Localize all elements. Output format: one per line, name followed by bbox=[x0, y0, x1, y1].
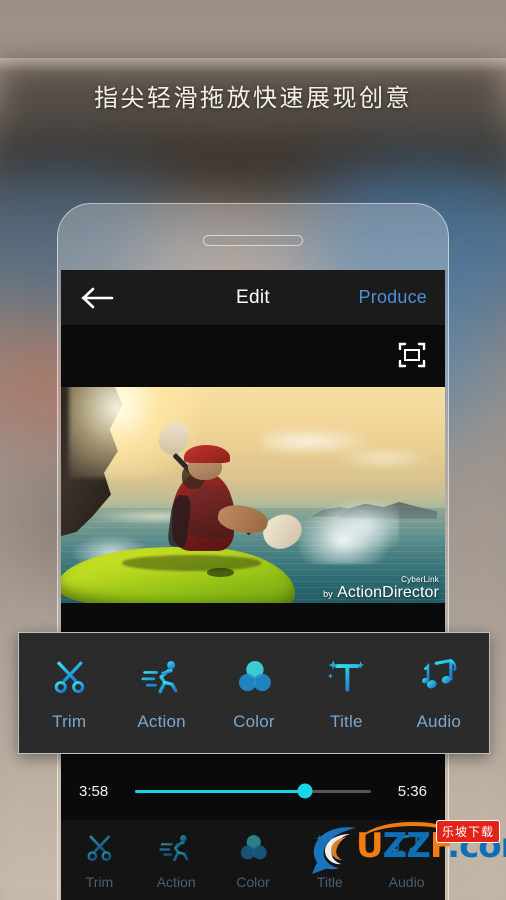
text-sparkle-icon bbox=[303, 654, 389, 700]
timeline-slider-thumb[interactable] bbox=[297, 783, 313, 799]
back-arrow-icon[interactable] bbox=[81, 286, 115, 310]
kayak-hole bbox=[206, 568, 234, 578]
logo-letter-u: U bbox=[356, 826, 384, 866]
tool-label: Title bbox=[330, 712, 363, 731]
produce-button[interactable]: Produce bbox=[359, 287, 427, 308]
earpiece-speaker bbox=[203, 235, 303, 246]
video-preview[interactable]: CyberLink by ActionDirector bbox=[61, 387, 445, 603]
timeline-bar: 3:58 5:36 bbox=[61, 762, 445, 820]
three-circles-icon bbox=[218, 828, 288, 868]
bottom-tool-label: Color bbox=[236, 874, 270, 890]
watermark-by: by bbox=[323, 589, 333, 599]
three-circles-icon bbox=[211, 654, 297, 700]
bottom-tool-trim[interactable]: Trim bbox=[64, 828, 134, 890]
tool-audio[interactable]: Audio bbox=[396, 654, 482, 732]
tool-trim[interactable]: Trim bbox=[26, 654, 112, 732]
background-highlight-band bbox=[0, 58, 506, 72]
timeline-slider[interactable] bbox=[135, 783, 371, 799]
kayak-cockpit bbox=[122, 555, 261, 571]
bottom-tool-label: Action bbox=[156, 874, 196, 890]
edit-tools-panel: Trim Action Color Title Audio bbox=[18, 632, 490, 754]
kayaker-cap bbox=[183, 445, 230, 463]
tool-title[interactable]: Title bbox=[303, 654, 389, 732]
tool-label: Audio bbox=[416, 712, 461, 731]
music-notes-icon bbox=[396, 654, 482, 700]
preview-top-bar bbox=[61, 325, 445, 387]
scissors-icon bbox=[64, 828, 134, 868]
tool-color[interactable]: Color bbox=[211, 654, 297, 732]
tool-label: Trim bbox=[52, 712, 87, 731]
fullscreen-frame-icon[interactable] bbox=[398, 342, 426, 368]
cyberlink-watermark: CyberLink by ActionDirector bbox=[323, 576, 439, 601]
watermark-product: ActionDirector bbox=[337, 584, 439, 601]
watermark-brand: CyberLink bbox=[401, 575, 439, 584]
total-time-label: 5:36 bbox=[397, 782, 427, 800]
running-man-icon bbox=[141, 828, 211, 868]
app-header: Edit Produce bbox=[61, 270, 445, 325]
tool-action[interactable]: Action bbox=[119, 654, 205, 732]
promo-headline: 指尖轻滑拖放快速展现创意 bbox=[94, 84, 412, 112]
tool-label: Color bbox=[233, 712, 275, 731]
download-badge: 乐坡下载 bbox=[435, 820, 500, 843]
site-watermark-logo: UZZF.com 乐坡下载 bbox=[306, 818, 506, 880]
logo-letters-zz: ZZ bbox=[382, 826, 431, 866]
scissors-icon bbox=[26, 654, 112, 700]
bottom-tool-label: Trim bbox=[85, 874, 114, 890]
current-time-label: 3:58 bbox=[79, 782, 109, 800]
bottom-tool-action[interactable]: Action bbox=[141, 828, 211, 890]
tool-label: Action bbox=[137, 712, 186, 731]
bottom-tool-color[interactable]: Color bbox=[218, 828, 288, 890]
cloud bbox=[337, 447, 430, 467]
timeline-progress-fill bbox=[135, 789, 305, 793]
running-man-icon bbox=[119, 654, 205, 700]
